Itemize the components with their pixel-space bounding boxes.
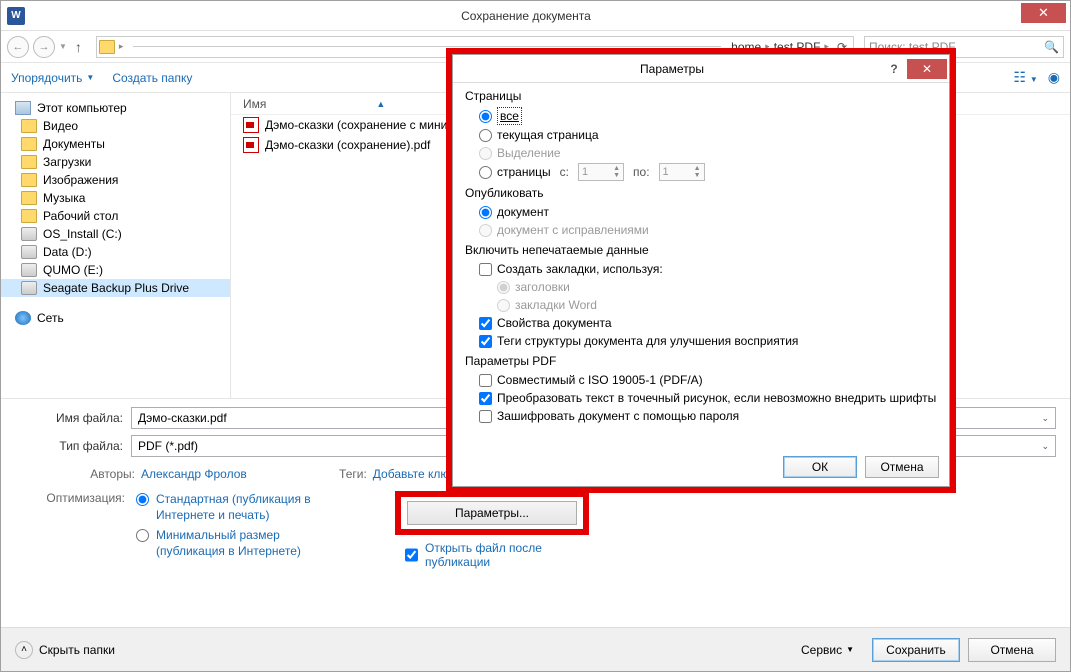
parameters-dialog: Параметры ? ✕ Страницы все текущая стран…	[452, 54, 950, 487]
publish-markup-radio: документ с исправлениями	[465, 221, 937, 239]
filename-label: Имя файла:	[15, 411, 131, 425]
pages-range-label: страницы	[497, 164, 551, 180]
view-mode-button[interactable]: ☷ ▼	[1013, 69, 1037, 86]
word-bookmarks-radio: закладки Word	[465, 296, 937, 314]
pages-range-radio[interactable]	[479, 166, 492, 179]
optimize-label: Оптимизация:	[15, 491, 131, 569]
cancel-button[interactable]: Отмена	[968, 638, 1056, 662]
pages-all-radio[interactable]: все	[465, 106, 937, 126]
nav-history-dropdown[interactable]: ▼	[59, 42, 67, 51]
titlebar: W Сохранение документа ✕	[1, 1, 1070, 31]
folder-icon	[99, 40, 115, 54]
window-close-button[interactable]: ✕	[1021, 3, 1066, 23]
sidebar-item-seagate[interactable]: Seagate Backup Plus Drive	[1, 279, 230, 297]
dialog-footer: ˄Скрыть папки Сервис▼ Сохранить Отмена	[1, 627, 1070, 671]
modal-help-button[interactable]: ?	[881, 62, 907, 76]
optimize-minimum-radio[interactable]: Минимальный размер (публикация в Интерне…	[131, 527, 326, 559]
pages-range-row: страницы с: 1▲▼ по: 1▲▼	[465, 162, 937, 182]
hide-folders-button[interactable]: ˄Скрыть папки	[15, 641, 115, 659]
sidebar-item-music[interactable]: Музыка	[1, 189, 230, 207]
pages-group-label: Страницы	[465, 89, 937, 103]
pages-selection-radio: Выделение	[465, 144, 937, 162]
encrypt-checkbox[interactable]: Зашифровать документ с помощью пароля	[465, 407, 937, 425]
structure-tags-checkbox[interactable]: Теги структуры документа для улучшения в…	[465, 332, 937, 350]
publish-group-label: Опубликовать	[465, 186, 937, 200]
sidebar-this-pc[interactable]: Этот компьютер	[1, 99, 230, 117]
pdf-group-label: Параметры PDF	[465, 354, 937, 368]
nav-forward-button[interactable]: →	[33, 36, 55, 58]
pages-current-radio[interactable]: текущая страница	[465, 126, 937, 144]
sidebar-item-drive-c[interactable]: OS_Install (C:)	[1, 225, 230, 243]
sidebar-item-drive-d[interactable]: Data (D:)	[1, 243, 230, 261]
publish-document-radio[interactable]: документ	[465, 203, 937, 221]
search-icon: 🔍	[1044, 40, 1059, 54]
headings-radio: заголовки	[465, 278, 937, 296]
authors-label: Авторы:	[55, 467, 135, 481]
organize-button[interactable]: Упорядочить▼	[11, 71, 94, 85]
modal-ok-button[interactable]: ОК	[783, 456, 857, 478]
sidebar-item-pictures[interactable]: Изображения	[1, 171, 230, 189]
nav-back-button[interactable]: ←	[7, 36, 29, 58]
authors-value[interactable]: Александр Фролов	[141, 467, 247, 481]
sidebar-item-drive-e[interactable]: QUMO (E:)	[1, 261, 230, 279]
modal-cancel-button[interactable]: Отмена	[865, 456, 939, 478]
tools-menu[interactable]: Сервис▼	[801, 643, 854, 657]
pdf-icon	[243, 137, 259, 153]
modal-close-button[interactable]: ✕	[907, 59, 947, 79]
sidebar-item-documents[interactable]: Документы	[1, 135, 230, 153]
window-title: Сохранение документа	[31, 9, 1021, 23]
save-dialog-window: W Сохранение документа ✕ ← → ▼ ↑ ▸ home …	[0, 0, 1071, 672]
iso-checkbox[interactable]: Совместимый с ISO 19005-1 (PDF/A)	[465, 371, 937, 389]
app-icon: W	[1, 7, 31, 25]
parameters-button-highlight: Параметры...	[395, 491, 589, 535]
pages-from-input[interactable]: 1▲▼	[578, 163, 624, 181]
nav-up-button[interactable]: ↑	[71, 39, 86, 55]
doc-properties-checkbox[interactable]: Свойства документа	[465, 314, 937, 332]
optimize-standard-radio[interactable]: Стандартная (публикация в Интернете и пе…	[131, 491, 326, 523]
filetype-label: Тип файла:	[15, 439, 131, 453]
sidebar-network[interactable]: Сеть	[1, 309, 230, 327]
open-after-checkbox[interactable]: Открыть файл после публикации	[401, 541, 1056, 569]
pages-to-input[interactable]: 1▲▼	[659, 163, 705, 181]
sidebar-item-videos[interactable]: Видео	[1, 117, 230, 135]
modal-title: Параметры	[463, 62, 881, 76]
parameters-button[interactable]: Параметры...	[407, 501, 577, 525]
nonprint-group-label: Включить непечатаемые данные	[465, 243, 937, 257]
create-bookmarks-checkbox[interactable]: Создать закладки, используя:	[465, 260, 937, 278]
modal-titlebar: Параметры ? ✕	[453, 55, 949, 83]
sidebar-item-desktop[interactable]: Рабочий стол	[1, 207, 230, 225]
pdf-icon	[243, 117, 259, 133]
sidebar-item-downloads[interactable]: Загрузки	[1, 153, 230, 171]
new-folder-button[interactable]: Создать папку	[112, 71, 192, 85]
save-button[interactable]: Сохранить	[872, 638, 960, 662]
help-button[interactable]: ◉	[1048, 69, 1060, 86]
tags-label: Теги:	[287, 467, 367, 481]
bitmap-checkbox[interactable]: Преобразовать текст в точечный рисунок, …	[465, 389, 937, 407]
parameters-dialog-highlight: Параметры ? ✕ Страницы все текущая стран…	[446, 48, 956, 493]
sidebar: Этот компьютер Видео Документы Загрузки …	[1, 93, 231, 398]
